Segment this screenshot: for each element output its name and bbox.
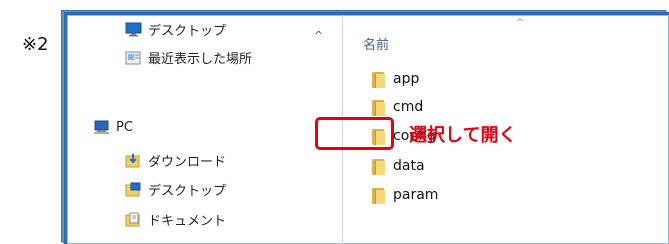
desktop-icon — [125, 22, 142, 37]
folder-name: cmd — [393, 99, 424, 115]
nav-item-label: PC — [116, 120, 133, 135]
config-highlight-box — [315, 117, 394, 150]
nav-item-recent-places[interactable]: 最近表示した場所 — [125, 48, 252, 67]
folder-name: app — [393, 71, 420, 87]
folder-icon — [372, 70, 385, 88]
folder-name: param — [393, 187, 439, 203]
nav-item-downloads[interactable]: ダウンロード — [125, 151, 226, 170]
downloads-icon — [125, 153, 142, 168]
sort-caret-icon: ^ — [516, 18, 524, 28]
folder-item-param[interactable]: param — [372, 186, 438, 204]
nav-item-label: ダウンロード — [148, 155, 227, 170]
collapse-caret-icon[interactable]: ^ — [314, 29, 323, 42]
folder-name: data — [393, 158, 425, 174]
navigation-pane: デスクトップ ^ 最近表示した場所 PC ダウンロード デスクトップ ドキュメン… — [67, 15, 343, 244]
folder-item-app[interactable]: app — [372, 70, 419, 88]
column-header-name[interactable]: 名前 — [363, 34, 389, 53]
nav-item-pc[interactable]: PC — [93, 120, 133, 135]
folder-icon — [372, 98, 385, 116]
nav-item-label: デスクトップ — [148, 24, 227, 39]
recent-places-icon — [125, 50, 142, 65]
folder-item-data[interactable]: data — [372, 157, 425, 175]
nav-item-desktop-pc[interactable]: デスクトップ — [125, 180, 226, 199]
note-mark: ※2 — [22, 34, 49, 55]
nav-item-documents[interactable]: ドキュメント — [125, 210, 226, 229]
nav-item-label: デスクトップ — [148, 184, 227, 199]
folder-item-cmd[interactable]: cmd — [372, 98, 423, 116]
folder-icon — [372, 157, 385, 175]
pc-icon — [93, 120, 110, 135]
nav-item-label: ドキュメント — [148, 214, 227, 229]
nav-item-label: 最近表示した場所 — [148, 52, 253, 67]
desktop-icon — [125, 182, 142, 197]
nav-item-desktop[interactable]: デスクトップ — [125, 20, 226, 39]
callout-text: 選択して開く — [409, 125, 517, 146]
documents-icon — [125, 212, 142, 227]
folder-icon — [372, 186, 385, 204]
